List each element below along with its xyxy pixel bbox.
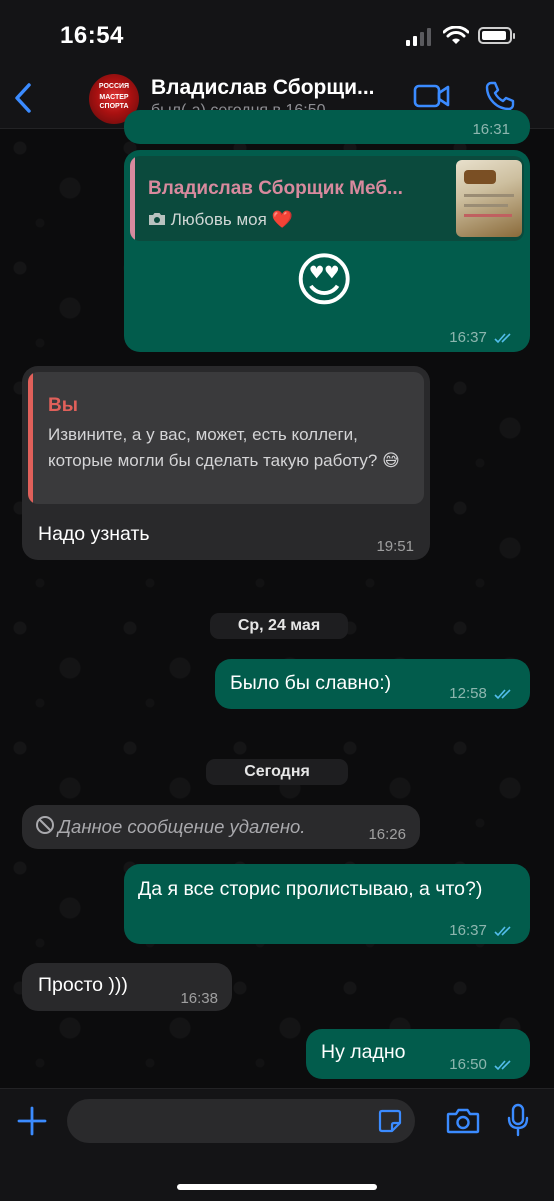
phone-call-icon[interactable] <box>484 80 516 112</box>
battery-icon <box>478 27 515 44</box>
camera-small-icon <box>149 213 165 225</box>
quote-photo-thumbnail <box>456 160 522 237</box>
message-time: 16:38 <box>180 990 218 1007</box>
avatar-text-mid: МАСТЕР <box>99 94 129 101</box>
incoming-message-bubble[interactable]: Вы Извините, а у вас, может, есть коллег… <box>22 366 430 560</box>
microphone-icon[interactable] <box>507 1103 529 1137</box>
status-time: 16:54 <box>60 22 124 49</box>
date-separator: Сегодня <box>206 759 348 785</box>
wifi-icon <box>443 26 469 44</box>
read-double-check-icon <box>494 926 511 937</box>
quote-author: Вы <box>48 395 78 416</box>
home-indicator <box>177 1184 377 1190</box>
message-text: Ну ладно <box>321 1041 406 1063</box>
video-call-icon[interactable] <box>413 83 451 109</box>
message-time-row: 16:37 <box>449 917 516 944</box>
signal-icon <box>406 28 431 46</box>
message-text: Было бы славно:) <box>230 672 392 694</box>
date-separator: Ср, 24 мая <box>210 613 348 639</box>
outgoing-message-bubble[interactable]: 16:31 <box>124 110 530 144</box>
quote-author: Владислав Сборщик Меб... <box>148 178 403 199</box>
message-time-row: 12:58 <box>449 680 516 707</box>
quote-text: Любовь моя ❤️ <box>170 210 293 229</box>
outgoing-message-bubble[interactable]: Ну ладно 16:50 <box>306 1029 530 1079</box>
message-input[interactable] <box>67 1099 415 1143</box>
quote-accent-bar <box>130 156 135 241</box>
quote-text: Извините, а у вас, может, есть коллеги, … <box>48 425 400 470</box>
quoted-message[interactable]: Владислав Сборщик Меб... Любовь моя ❤️ <box>130 156 524 241</box>
message-time: 16:37 <box>449 329 487 346</box>
incoming-deleted-message[interactable]: Данное сообщение удалено. 16:26 <box>22 805 420 849</box>
outgoing-message-bubble[interactable]: Да я все сторис пролистываю, а что?) 16:… <box>124 864 530 944</box>
message-text: Да я все сторис пролистываю, а что?) <box>138 878 483 900</box>
read-double-check-icon <box>494 689 511 700</box>
deleted-message-text: Данное сообщение удалено. <box>58 816 306 837</box>
message-text: Надо узнать <box>38 523 150 545</box>
message-time: 19:51 <box>376 538 414 555</box>
back-chevron-icon[interactable] <box>12 82 34 114</box>
avatar-text-top: РОССИЯ <box>98 83 130 90</box>
message-time: 16:50 <box>449 1056 487 1073</box>
plus-icon[interactable] <box>16 1105 48 1137</box>
status-bar: 16:54 <box>0 0 554 70</box>
message-time: 16:37 <box>449 922 487 939</box>
message-time: 16:31 <box>472 121 510 138</box>
message-text: Просто ))) <box>38 974 128 996</box>
quote-accent-bar <box>28 372 33 504</box>
message-time-row: 16:50 <box>449 1051 516 1078</box>
contact-name[interactable]: Владислав Сборщи... <box>151 76 375 100</box>
camera-icon[interactable] <box>446 1107 480 1135</box>
read-double-check-icon <box>494 333 511 344</box>
message-time: 16:26 <box>368 826 406 843</box>
avatar-text-bot: СПОРТА <box>99 103 129 110</box>
message-time-row: 16:37 <box>449 324 516 351</box>
outgoing-message-bubble[interactable]: Владислав Сборщик Меб... Любовь моя ❤️ 😍… <box>124 150 530 352</box>
outgoing-message-bubble[interactable]: Было бы славно:) 12:58 <box>215 659 530 709</box>
emoji-message: 😍 <box>294 248 355 313</box>
message-time: 12:58 <box>449 685 487 702</box>
read-double-check-icon <box>494 1060 511 1071</box>
deleted-prohibited-icon <box>36 816 54 834</box>
quoted-message[interactable]: Вы Извините, а у вас, может, есть коллег… <box>28 372 424 504</box>
sticker-icon[interactable] <box>378 1109 402 1133</box>
incoming-message-bubble[interactable]: Просто ))) 16:38 <box>22 963 232 1011</box>
